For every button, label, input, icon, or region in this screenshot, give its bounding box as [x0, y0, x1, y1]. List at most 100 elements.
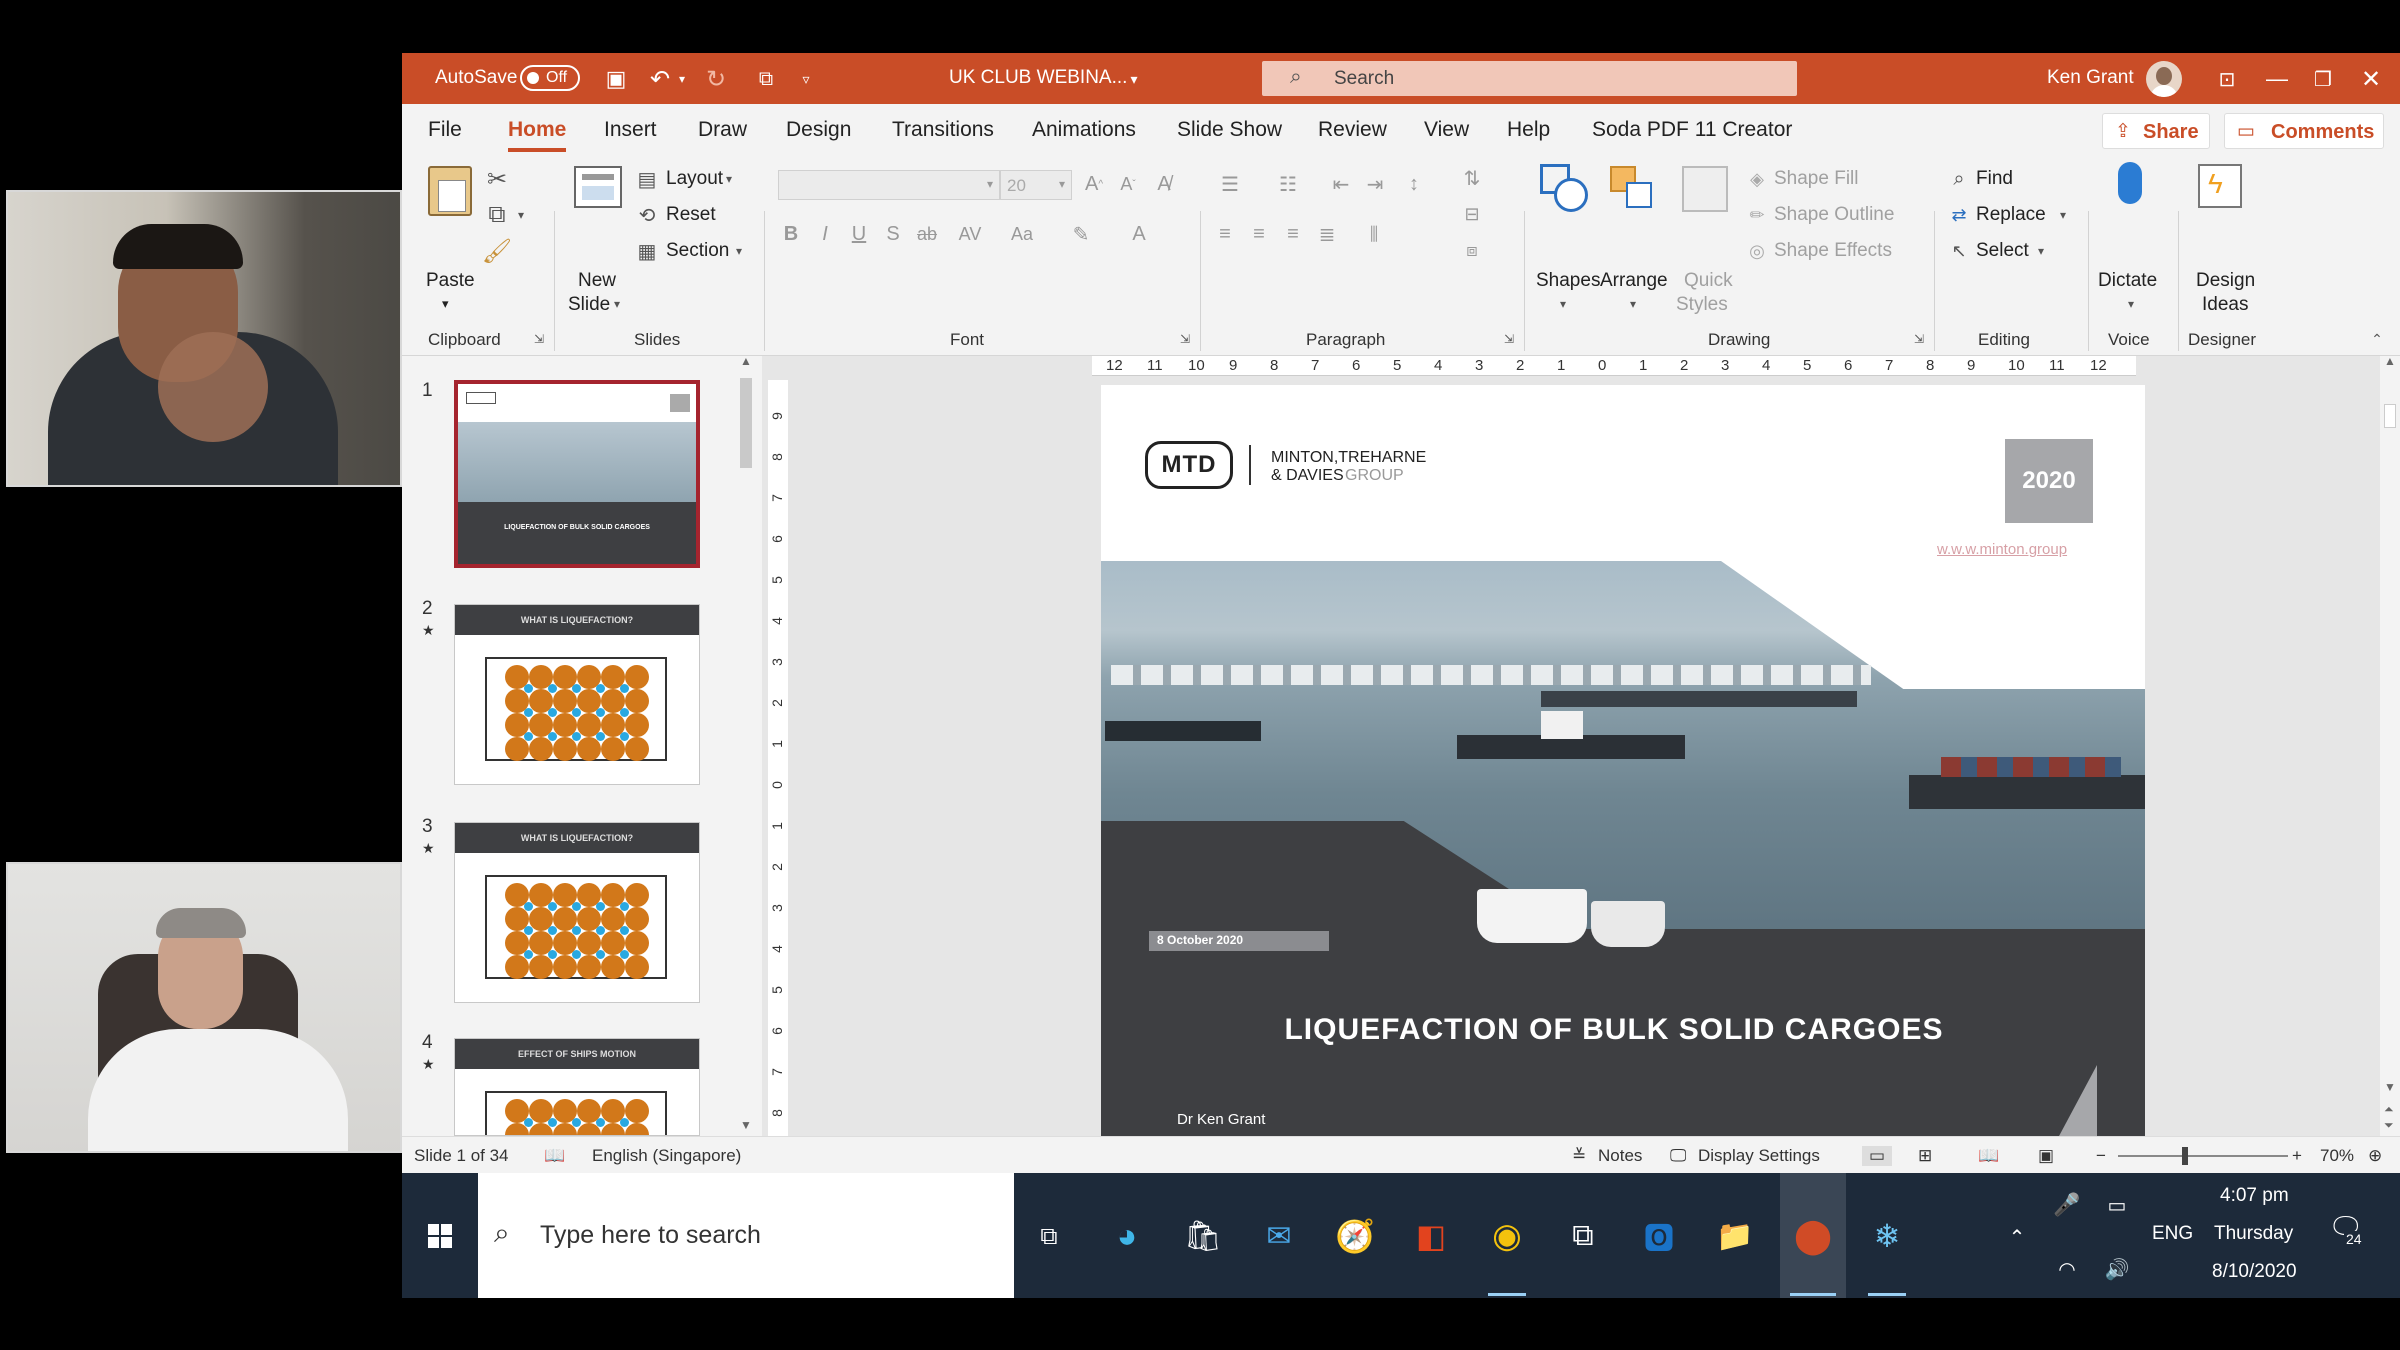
shapes-dropdown-icon[interactable]: ▾	[1556, 294, 1570, 314]
text-direction-icon[interactable]: ⇅	[1454, 164, 1490, 192]
tab-slide-show[interactable]: Slide Show	[1177, 118, 1282, 142]
tab-home[interactable]: Home	[508, 118, 566, 142]
increase-indent-icon[interactable]: ⇥	[1360, 170, 1390, 198]
shape-fill-button[interactable]: Shape Fill	[1774, 168, 1859, 190]
quick-styles-label-2[interactable]: Styles	[1676, 294, 1728, 316]
thumbnail-slide-4[interactable]: EFFECT OF SHIPS MOTION	[454, 1038, 700, 1136]
replace-icon[interactable]: ⇄	[1946, 202, 1972, 228]
task-manager-icon[interactable]: ⧉	[1558, 1213, 1608, 1259]
design-ideas-label[interactable]: Design	[2196, 270, 2255, 292]
cut-icon[interactable]: ✂	[482, 164, 512, 194]
smartart-icon[interactable]: ⧈	[1454, 236, 1490, 264]
restore-icon[interactable]: ❐	[2306, 63, 2340, 95]
reset-icon[interactable]: ⟲	[634, 202, 660, 228]
document-title[interactable]: UK CLUB WEBINA...	[949, 67, 1127, 89]
underline-icon[interactable]: U	[846, 220, 872, 248]
section-icon[interactable]: ▦	[634, 238, 660, 264]
bold-icon[interactable]: B	[778, 220, 804, 248]
dictate-dropdown-icon[interactable]: ▾	[2124, 294, 2138, 314]
copy-icon[interactable]: ⧉	[482, 200, 512, 230]
quick-styles-icon[interactable]	[1682, 166, 1728, 212]
design-ideas-label-2[interactable]: Ideas	[2202, 294, 2248, 316]
paste-label[interactable]: Paste	[426, 270, 475, 292]
tab-view[interactable]: View	[1424, 118, 1469, 142]
tab-file[interactable]: File	[428, 118, 462, 142]
italic-icon[interactable]: I	[812, 220, 838, 248]
scroll-down-icon[interactable]: ▼	[2384, 1080, 2396, 1094]
mail-icon[interactable]: ✉	[1254, 1213, 1304, 1259]
author-name[interactable]: Dr Ken Grant	[1177, 1111, 1265, 1128]
windows-start-icon[interactable]	[402, 1173, 478, 1298]
collapse-ribbon-icon[interactable]: ⌃	[2366, 328, 2388, 350]
present-icon[interactable]: ⧉	[750, 63, 782, 95]
format-painter-icon[interactable]: 🖌	[482, 236, 512, 266]
tab-draw[interactable]: Draw	[698, 118, 747, 142]
language-label[interactable]: English (Singapore)	[592, 1146, 741, 1166]
microphone-tray-icon[interactable]: 🎤	[2052, 1185, 2082, 1225]
change-case-icon[interactable]: Aa	[1002, 220, 1042, 248]
clock-date[interactable]: 8/10/2020	[2212, 1261, 2297, 1283]
shape-effects-icon[interactable]: ◎	[1744, 238, 1770, 264]
language-indicator[interactable]: ENG	[2152, 1223, 2193, 1245]
share-button[interactable]: ⇪ Share	[2102, 113, 2210, 149]
font-launcher-icon[interactable]: ⇲	[1176, 330, 1194, 348]
close-icon[interactable]: ✕	[2354, 63, 2388, 95]
dictate-label[interactable]: Dictate	[2098, 270, 2157, 292]
paragraph-launcher-icon[interactable]: ⇲	[1500, 330, 1518, 348]
customize-qat-icon[interactable]: ▿	[794, 63, 818, 95]
tab-transitions[interactable]: Transitions	[892, 118, 994, 142]
clock-day[interactable]: Thursday	[2214, 1223, 2293, 1245]
layout-icon[interactable]: ▤	[634, 166, 660, 192]
tab-soda-pdf[interactable]: Soda PDF 11 Creator	[1592, 118, 1792, 142]
notes-icon[interactable]: ≚	[1572, 1146, 1586, 1166]
reset-button[interactable]: Reset	[666, 204, 716, 226]
shape-effects-button[interactable]: Shape Effects	[1774, 240, 1892, 262]
thumbnail-slide-3[interactable]: WHAT IS LIQUEFACTION?	[454, 822, 700, 1003]
new-slide-label[interactable]: New	[578, 270, 616, 292]
slide-sorter-icon[interactable]: ⊞	[1918, 1146, 1932, 1166]
columns-icon[interactable]: ⫼	[1354, 220, 1394, 248]
store-icon[interactable]: 🛍	[1178, 1213, 1228, 1259]
save-icon[interactable]: ▣	[600, 63, 632, 95]
display-settings-icon[interactable]: 🖵	[1670, 1146, 1686, 1166]
layout-button[interactable]: Layout	[666, 168, 723, 190]
zoom-level[interactable]: 70%	[2320, 1146, 2354, 1166]
replace-dropdown-icon[interactable]: ▾	[2056, 204, 2070, 226]
find-icon[interactable]: ⌕	[1946, 166, 1972, 192]
clear-formatting-icon[interactable]: A̸	[1150, 170, 1178, 198]
quick-styles-label[interactable]: Quick	[1684, 270, 1733, 292]
paste-icon[interactable]	[428, 166, 472, 216]
shape-fill-icon[interactable]: ◈	[1744, 166, 1770, 192]
arrange-icon[interactable]	[1610, 166, 1654, 212]
slideshow-view-icon[interactable]: ▣	[2038, 1146, 2054, 1166]
snowflake-app-icon[interactable]: ❄	[1862, 1213, 1912, 1259]
paste-dropdown[interactable]: ▾	[442, 296, 449, 312]
arrange-label[interactable]: Arrange	[1600, 270, 1668, 292]
zoom-slider[interactable]	[2118, 1147, 2288, 1165]
align-right-icon[interactable]: ≡	[1278, 220, 1308, 248]
strikethrough-icon[interactable]: ab	[912, 220, 942, 248]
vertical-ruler[interactable]: 9876543210123456789	[768, 380, 788, 1158]
tab-review[interactable]: Review	[1318, 118, 1387, 142]
fit-to-window-icon[interactable]: ⊕	[2368, 1146, 2382, 1166]
align-text-icon[interactable]: ⊟	[1454, 200, 1490, 228]
tab-animations[interactable]: Animations	[1032, 118, 1136, 142]
thumbnail-slide-2[interactable]: WHAT IS LIQUEFACTION?	[454, 604, 700, 785]
decrease-indent-icon[interactable]: ⇤	[1326, 170, 1356, 198]
section-dropdown-icon[interactable]: ▾	[732, 240, 746, 262]
normal-view-icon[interactable]: ▭	[1862, 1146, 1892, 1166]
tab-design[interactable]: Design	[786, 118, 851, 142]
clipboard-launcher-icon[interactable]: ⇲	[530, 330, 548, 348]
tab-help[interactable]: Help	[1507, 118, 1550, 142]
character-spacing-icon[interactable]: AV	[950, 220, 990, 248]
search-box[interactable]: ⌕ Search	[1262, 61, 1797, 96]
font-size-combo[interactable]: 20 ▾	[1000, 170, 1072, 200]
wifi-icon[interactable]: ◠	[2052, 1249, 2082, 1289]
undo-dropdown-icon[interactable]: ▾	[674, 63, 690, 95]
grow-font-icon[interactable]: A ^	[1080, 170, 1108, 198]
shapes-label[interactable]: Shapes	[1536, 270, 1600, 292]
spellcheck-icon[interactable]: 📖	[544, 1146, 565, 1166]
drawing-launcher-icon[interactable]: ⇲	[1910, 330, 1928, 348]
powerpoint-taskbar-active[interactable]: ⬤	[1780, 1173, 1846, 1298]
previous-slide-icon[interactable]: ⏶	[2384, 1102, 2394, 1117]
